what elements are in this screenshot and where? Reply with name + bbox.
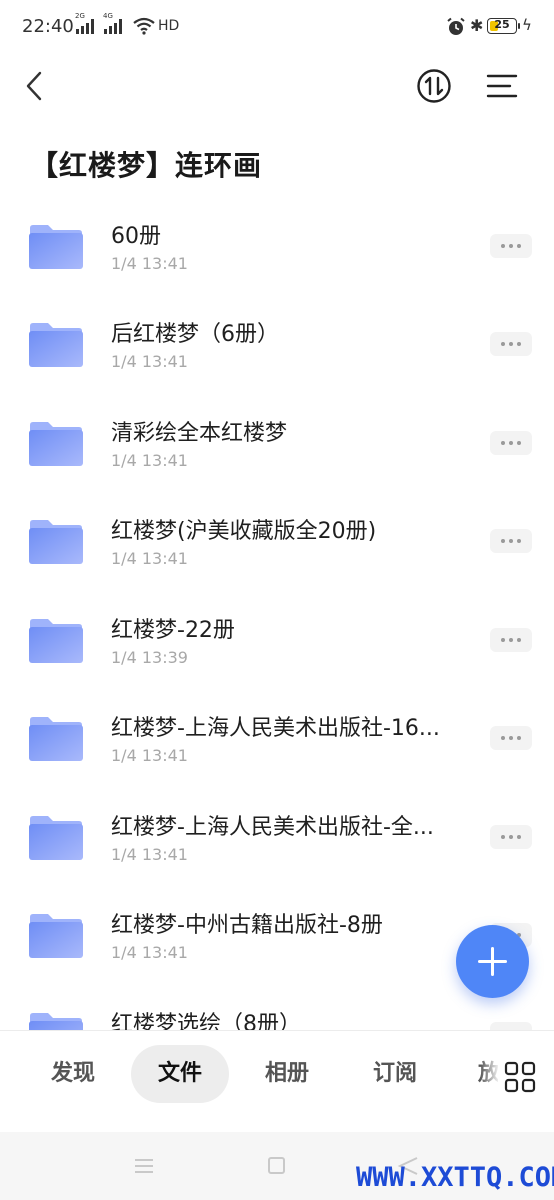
folder-name: 红楼梦-上海人民美术出版社-全... [111, 815, 434, 840]
folder-icon [29, 914, 83, 958]
signal-icon: 2G [75, 12, 94, 34]
folder-date: 1/4 13:41 [111, 352, 188, 371]
folder-row[interactable]: 红楼梦-上海人民美术出版社-全... 1/4 13:41 [0, 789, 554, 887]
tab-files[interactable]: 文件 [131, 1045, 229, 1103]
folder-row[interactable]: 红楼梦(沪美收藏版全20册) 1/4 13:41 [0, 493, 554, 591]
tab-discover[interactable]: 发现 [30, 1045, 116, 1103]
alarm-icon [447, 17, 465, 35]
more-options-button[interactable] [490, 234, 532, 258]
status-bar: 22:40 2G 4G HD ✱ 25 ϟ [0, 0, 554, 56]
home-icon[interactable] [268, 1157, 285, 1174]
folder-row[interactable]: 后红楼梦（6册） 1/4 13:41 [0, 296, 554, 394]
folder-row[interactable]: 红楼梦选绘（8册） [0, 986, 554, 1030]
folder-name: 后红楼梦（6册） [111, 322, 279, 347]
recent-apps-icon[interactable] [134, 1158, 154, 1174]
back-button[interactable] [18, 68, 54, 104]
menu-button[interactable] [484, 68, 520, 104]
folder-date: 1/4 13:41 [111, 845, 188, 864]
folder-name: 红楼梦-上海人民美术出版社-16... [111, 716, 440, 741]
wifi-icon [133, 17, 155, 35]
more-options-button[interactable] [490, 628, 532, 652]
more-options-button[interactable] [490, 1022, 532, 1030]
tab-subscriptions[interactable]: 订阅 [352, 1045, 438, 1103]
grid-view-button[interactable] [502, 1059, 538, 1095]
folder-row[interactable]: 清彩绘全本红楼梦 1/4 13:41 [0, 395, 554, 493]
tab-fade [480, 1031, 500, 1131]
folder-row[interactable]: 60册 1/4 13:41 [0, 198, 554, 296]
folder-name: 红楼梦选绘（8册） [111, 1012, 301, 1030]
folder-name: 红楼梦-22册 [111, 618, 235, 643]
folder-icon [29, 323, 83, 367]
bluetooth-icon: ✱ [470, 16, 484, 35]
folder-name: 清彩绘全本红楼梦 [111, 421, 288, 446]
page-title: 【红楼梦】连环画 [30, 149, 263, 182]
status-time: 22:40 [22, 16, 74, 37]
watermark: WWW.XXTTQ.COM [356, 1162, 554, 1193]
folder-icon [29, 619, 83, 663]
folder-icon [29, 717, 83, 761]
folder-icon [29, 816, 83, 860]
folder-row[interactable]: 红楼梦-22册 1/4 13:39 [0, 592, 554, 690]
folder-date: 1/4 13:41 [111, 451, 188, 470]
folder-name: 60册 [111, 224, 161, 249]
signal-icon-2: 4G [103, 12, 122, 34]
battery-icon: 25 [487, 18, 520, 34]
system-nav-bar: WWW.XXTTQ.COM [0, 1132, 554, 1200]
folder-date: 1/4 13:41 [111, 943, 188, 962]
folder-icon [29, 1013, 83, 1030]
folder-icon [29, 225, 83, 269]
folder-date: 1/4 13:41 [111, 549, 188, 568]
more-options-button[interactable] [490, 825, 532, 849]
sort-button[interactable] [416, 68, 452, 104]
folder-name: 红楼梦-中州古籍出版社-8册 [111, 913, 383, 938]
folder-row[interactable]: 红楼梦-上海人民美术出版社-16... 1/4 13:41 [0, 690, 554, 788]
folder-icon [29, 422, 83, 466]
more-options-button[interactable] [490, 431, 532, 455]
folder-date: 1/4 13:41 [111, 254, 188, 273]
folder-date: 1/4 13:41 [111, 746, 188, 765]
add-button[interactable] [456, 925, 529, 998]
more-options-button[interactable] [490, 529, 532, 553]
more-options-button[interactable] [490, 332, 532, 356]
folder-name: 红楼梦(沪美收藏版全20册) [111, 519, 377, 544]
bottom-tab-bar: 发现 文件 相册 订阅 放 [0, 1030, 554, 1132]
tab-albums[interactable]: 相册 [244, 1045, 330, 1103]
file-list[interactable]: 60册 1/4 13:41 后红楼梦（6册） 1/4 13:41 清彩绘全本红楼… [0, 198, 554, 1030]
folder-date: 1/4 13:39 [111, 648, 188, 667]
more-options-button[interactable] [490, 726, 532, 750]
folder-icon [29, 520, 83, 564]
hd-indicator: HD [158, 18, 180, 34]
charging-icon: ϟ [522, 16, 532, 34]
